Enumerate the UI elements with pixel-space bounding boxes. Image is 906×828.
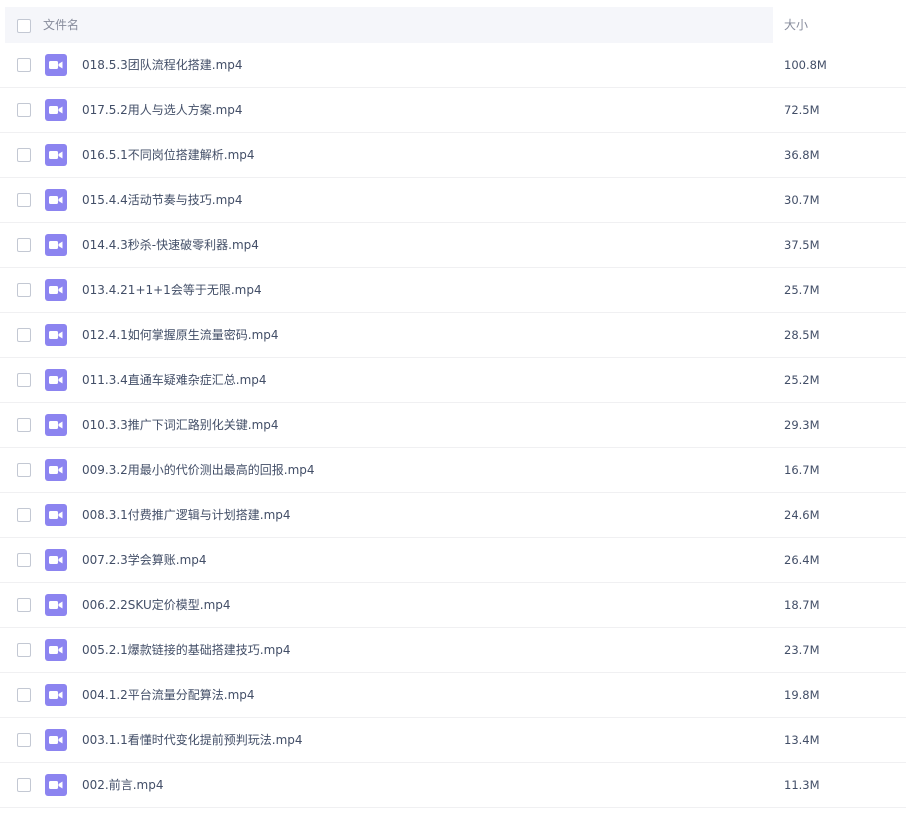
- table-row[interactable]: 007.2.3学会算账.mp4 26.4M: [0, 538, 906, 583]
- file-name[interactable]: 008.3.1付费推广逻辑与计划搭建.mp4: [82, 507, 291, 523]
- header-name-column: [5, 7, 773, 43]
- file-size: 23.7M: [784, 643, 820, 657]
- file-name[interactable]: 015.4.4活动节奏与技巧.mp4: [82, 192, 243, 208]
- video-file-icon: [45, 639, 67, 661]
- video-file-icon: [45, 144, 67, 166]
- video-file-icon: [45, 279, 67, 301]
- video-file-icon: [45, 369, 67, 391]
- file-size: 25.2M: [784, 373, 820, 387]
- table-row[interactable]: 015.4.4活动节奏与技巧.mp4 30.7M: [0, 178, 906, 223]
- table-row[interactable]: 013.4.21+1+1会等于无限.mp4 25.7M: [0, 268, 906, 313]
- row-checkbox[interactable]: [17, 193, 31, 207]
- row-checkbox[interactable]: [17, 463, 31, 477]
- table-row[interactable]: 016.5.1不同岗位搭建解析.mp4 36.8M: [0, 133, 906, 178]
- table-row[interactable]: 009.3.2用最小的代价测出最高的回报.mp4 16.7M: [0, 448, 906, 493]
- table-row[interactable]: 006.2.2SKU定价模型.mp4 18.7M: [0, 583, 906, 628]
- table-row[interactable]: 002.前言.mp4 11.3M: [0, 763, 906, 808]
- file-size: 26.4M: [784, 553, 820, 567]
- file-size: 11.3M: [784, 778, 820, 792]
- video-file-icon: [45, 234, 67, 256]
- row-checkbox[interactable]: [17, 688, 31, 702]
- table-row[interactable]: 010.3.3推广下词汇路别化关键.mp4 29.3M: [0, 403, 906, 448]
- row-checkbox[interactable]: [17, 148, 31, 162]
- row-checkbox[interactable]: [17, 553, 31, 567]
- file-name[interactable]: 004.1.2平台流量分配算法.mp4: [82, 687, 255, 703]
- file-name[interactable]: 009.3.2用最小的代价测出最高的回报.mp4: [82, 462, 315, 478]
- file-name[interactable]: 003.1.1看懂时代变化提前预判玩法.mp4: [82, 732, 303, 748]
- row-checkbox[interactable]: [17, 283, 31, 297]
- file-size: 25.7M: [784, 283, 820, 297]
- file-size: 19.8M: [784, 688, 820, 702]
- file-size: 72.5M: [784, 103, 820, 117]
- row-checkbox[interactable]: [17, 328, 31, 342]
- file-rows: 018.5.3团队流程化搭建.mp4 100.8M 017.5.2用人与选人方案…: [0, 43, 906, 808]
- video-file-icon: [45, 99, 67, 121]
- file-name[interactable]: 011.3.4直通车疑难杂症汇总.mp4: [82, 372, 267, 388]
- row-checkbox[interactable]: [17, 643, 31, 657]
- file-size: 16.7M: [784, 463, 820, 477]
- table-row[interactable]: 017.5.2用人与选人方案.mp4 72.5M: [0, 88, 906, 133]
- row-checkbox[interactable]: [17, 508, 31, 522]
- file-name[interactable]: 013.4.21+1+1会等于无限.mp4: [82, 282, 262, 298]
- video-file-icon: [45, 729, 67, 751]
- select-all-checkbox[interactable]: [17, 19, 31, 33]
- file-name[interactable]: 017.5.2用人与选人方案.mp4: [82, 102, 243, 118]
- file-name[interactable]: 012.4.1如何掌握原生流量密码.mp4: [82, 327, 279, 343]
- file-name[interactable]: 014.4.3秒杀-快速破零利器.mp4: [82, 237, 259, 253]
- file-size: 30.7M: [784, 193, 820, 207]
- table-row[interactable]: 008.3.1付费推广逻辑与计划搭建.mp4 24.6M: [0, 493, 906, 538]
- file-size: 13.4M: [784, 733, 820, 747]
- file-name[interactable]: 016.5.1不同岗位搭建解析.mp4: [82, 147, 255, 163]
- file-name[interactable]: 018.5.3团队流程化搭建.mp4: [82, 57, 243, 73]
- file-name[interactable]: 007.2.3学会算账.mp4: [82, 552, 207, 568]
- table-row[interactable]: 004.1.2平台流量分配算法.mp4 19.8M: [0, 673, 906, 718]
- header-size-label[interactable]: 大小: [784, 17, 808, 33]
- file-name[interactable]: 010.3.3推广下词汇路别化关键.mp4: [82, 417, 279, 433]
- file-name[interactable]: 002.前言.mp4: [82, 777, 163, 793]
- file-name[interactable]: 005.2.1爆款链接的基础搭建技巧.mp4: [82, 642, 291, 658]
- row-checkbox[interactable]: [17, 103, 31, 117]
- video-file-icon: [45, 774, 67, 796]
- header-name-label[interactable]: 文件名: [43, 17, 79, 33]
- video-file-icon: [45, 414, 67, 436]
- table-row[interactable]: 011.3.4直通车疑难杂症汇总.mp4 25.2M: [0, 358, 906, 403]
- file-size: 28.5M: [784, 328, 820, 342]
- video-file-icon: [45, 189, 67, 211]
- video-file-icon: [45, 684, 67, 706]
- video-file-icon: [45, 504, 67, 526]
- video-file-icon: [45, 594, 67, 616]
- row-checkbox[interactable]: [17, 778, 31, 792]
- file-size: 37.5M: [784, 238, 820, 252]
- video-file-icon: [45, 459, 67, 481]
- row-checkbox[interactable]: [17, 373, 31, 387]
- row-checkbox[interactable]: [17, 598, 31, 612]
- table-header: 文件名 大小: [0, 7, 906, 43]
- row-checkbox[interactable]: [17, 58, 31, 72]
- file-size: 24.6M: [784, 508, 820, 522]
- file-size: 29.3M: [784, 418, 820, 432]
- file-size: 18.7M: [784, 598, 820, 612]
- video-file-icon: [45, 549, 67, 571]
- table-row[interactable]: 005.2.1爆款链接的基础搭建技巧.mp4 23.7M: [0, 628, 906, 673]
- table-row[interactable]: 012.4.1如何掌握原生流量密码.mp4 28.5M: [0, 313, 906, 358]
- video-file-icon: [45, 54, 67, 76]
- table-row[interactable]: 014.4.3秒杀-快速破零利器.mp4 37.5M: [0, 223, 906, 268]
- video-file-icon: [45, 324, 67, 346]
- file-size: 36.8M: [784, 148, 820, 162]
- row-checkbox[interactable]: [17, 238, 31, 252]
- table-row[interactable]: 003.1.1看懂时代变化提前预判玩法.mp4 13.4M: [0, 718, 906, 763]
- file-size: 100.8M: [784, 58, 827, 72]
- table-row[interactable]: 018.5.3团队流程化搭建.mp4 100.8M: [0, 43, 906, 88]
- row-checkbox[interactable]: [17, 733, 31, 747]
- file-name[interactable]: 006.2.2SKU定价模型.mp4: [82, 597, 231, 613]
- row-checkbox[interactable]: [17, 418, 31, 432]
